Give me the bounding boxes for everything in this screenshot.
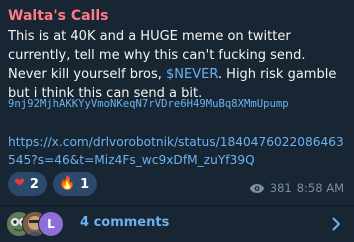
reaction-heart[interactable]: ❤ 2 [8, 172, 47, 196]
commenter-avatars: L [6, 211, 76, 237]
message-bubble: Walta's Calls This is at 40K and a HUGE … [0, 0, 354, 242]
comments-label[interactable]: 4 comments [80, 215, 169, 230]
message-time: 8:58 AM [296, 181, 344, 195]
chevron-right-icon [332, 217, 340, 231]
reactions: ❤ 2 🔥 1 [8, 172, 98, 196]
heart-icon: ❤ [14, 176, 25, 191]
message-text: This is at 40K and a HUGE meme on twitte… [8, 27, 346, 103]
view-count: 381 [269, 181, 292, 195]
tweet-link[interactable]: https://x.com/drlvorobotnik/status/18404… [8, 133, 346, 169]
message-meta: 381 8:58 AM [249, 181, 344, 195]
avatar: L [38, 211, 64, 237]
reaction-count: 2 [29, 176, 39, 192]
reaction-count: 1 [80, 176, 90, 192]
author-name[interactable]: Walta's Calls [8, 8, 108, 24]
fire-icon: 🔥 [58, 176, 76, 191]
contract-address[interactable]: 9nj92MjhAKKYyVmoNKeqN7rVDre6H49MuBq8XMmU… [8, 97, 289, 111]
reaction-fire[interactable]: 🔥 1 [52, 172, 98, 196]
ticker-link[interactable]: $NEVER [166, 67, 218, 82]
eye-icon [249, 183, 264, 193]
comments-bar[interactable]: L 4 comments [0, 206, 354, 242]
